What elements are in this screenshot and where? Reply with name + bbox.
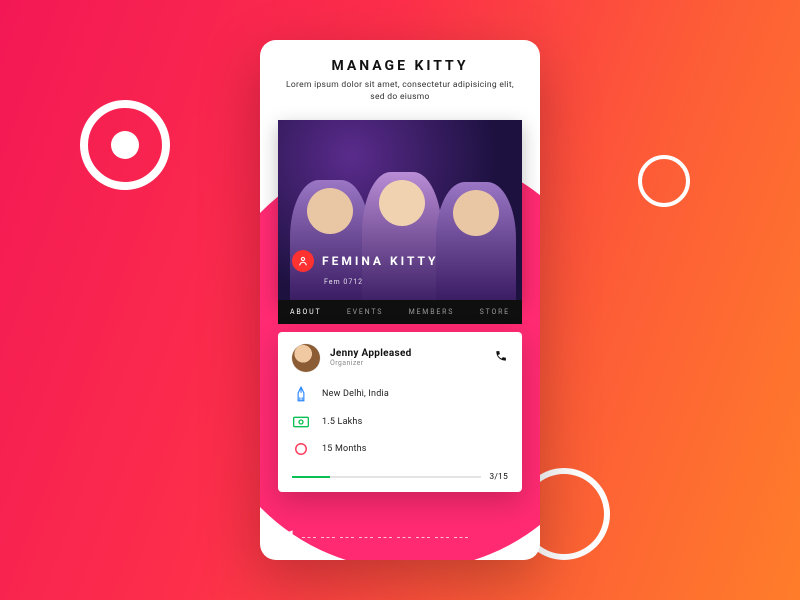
hero-photo-placeholder [278,120,522,300]
tab-bar: ABOUT EVENTS MEMBERS STORE [278,300,522,324]
user-icon [292,250,314,272]
organizer-role: Organizer [330,359,412,367]
figure-person [362,172,442,300]
location-row: New Delhi, India [292,386,508,402]
tab-events[interactable]: EVENTS [347,308,383,316]
device-frame: MANAGE KITTY Lorem ipsum dolor sit amet,… [260,40,540,560]
avatar[interactable] [292,344,320,372]
location-value: New Delhi, India [322,389,389,399]
duration-value: 15 Months [322,444,367,454]
organizer-row: Jenny Appleased Organizer [292,344,508,372]
organizer-name: Jenny Appleased [330,348,412,359]
group-name: FEMINA KITTY [322,254,438,268]
organizer-text: Jenny Appleased Organizer [330,348,412,367]
hero-image: FEMINA KITTY Fem 0712 [278,120,522,300]
decorative-circle-concentric [80,100,170,190]
group-name-row: FEMINA KITTY [292,250,438,272]
duration-row: 15 Months [292,442,508,456]
page-title: MANAGE KITTY [282,58,518,74]
building-icon [292,386,310,402]
page-subtitle: Lorem ipsum dolor sit amet, consectetur … [282,80,518,104]
figure-person [436,182,516,300]
money-icon [292,416,310,428]
progress-bar [292,476,481,478]
progress-fill [292,476,330,478]
step-indicator: 01 [280,528,468,546]
tab-store[interactable]: STORE [480,308,510,316]
phone-icon[interactable] [494,348,508,367]
circle-icon [292,442,310,456]
tab-about[interactable]: ABOUT [290,308,321,316]
amount-value: 1.5 Lakhs [322,417,362,427]
header: MANAGE KITTY Lorem ipsum dolor sit amet,… [260,40,540,114]
step-number: 01 [280,528,296,546]
progress-label: 3/15 [489,472,508,482]
step-dashes [302,537,468,538]
about-card: Jenny Appleased Organizer New Delhi, Ind… [278,332,522,492]
amount-row: 1.5 Lakhs [292,416,508,428]
decorative-circle-small [638,155,690,207]
progress-row: 3/15 [292,472,508,482]
group-handle: Fem 0712 [324,278,363,286]
tab-members[interactable]: MEMBERS [409,308,455,316]
